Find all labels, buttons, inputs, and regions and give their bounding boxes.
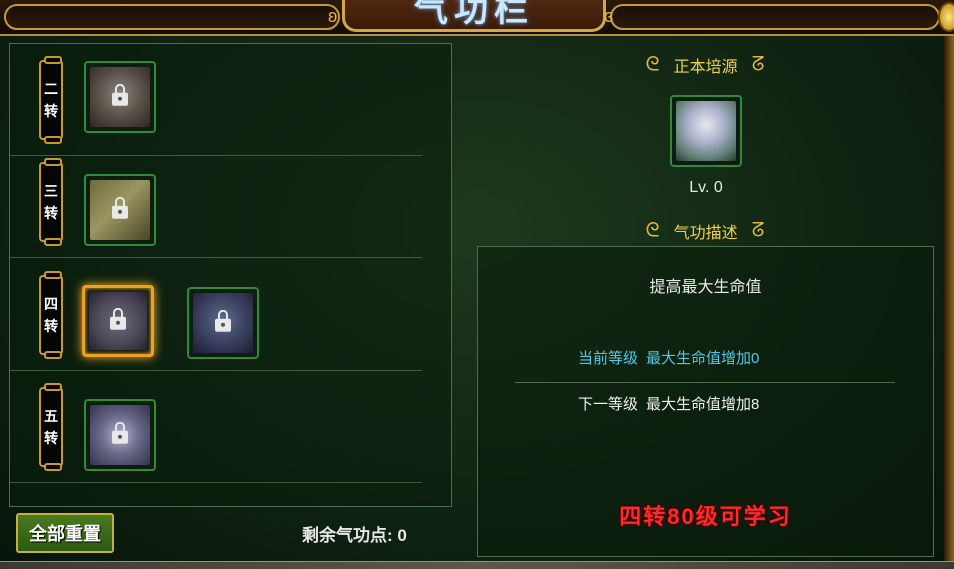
divider [515,382,895,383]
skill-slot[interactable] [84,61,156,133]
title-plate: 气功栏 [342,0,606,32]
next-level-label: 下一等级 [577,396,638,413]
tier-row-4: 四 转 [10,259,422,371]
next-level-stat: 下一等级 最大生命值增加8 [558,393,759,414]
skill-name-header: ᘓ 正本培源 ᘔ [615,53,795,77]
points-label: 剩余气功点 [302,526,387,545]
lock-icon [112,421,128,446]
tier-row-5: 五 转 [10,371,422,483]
reset-all-button[interactable]: 全部重置 [16,513,114,553]
portrait-icon [676,101,736,161]
ornament-right-icon: ᘔ [751,53,765,76]
skill-slot-selected[interactable] [82,285,154,357]
skill-slot[interactable] [84,399,156,471]
header-rail-right [610,4,940,30]
skill-icon [89,292,147,350]
points-value: 0 [397,526,407,545]
remaining-points: 剩余气功点: 0 [302,521,407,546]
desc-main: 提高最大生命值 [649,279,762,296]
tier-label-top: 三 [44,183,58,199]
tier-label: 四 转 [39,271,63,359]
frame-bottom-strip [0,561,954,569]
ornament-left-icon: ᘓ [645,219,660,242]
close-orb-icon[interactable] [938,2,954,32]
desc-title: 气功描述 [673,225,738,242]
current-level-value: 最大生命值增加0 [646,350,760,367]
description-box: 提高最大生命值 当前等级 最大生命值增加0 下一等级 最大生命值增加8 四转80级可… [477,246,934,557]
skill-icon [90,67,150,127]
ornament-curl-icon: ɞ [604,6,614,26]
current-level-stat: 当前等级 最大生命值增加0 [558,347,759,368]
skill-icon [193,293,253,353]
skill-level: Lv. 0 [689,179,723,196]
desc-header: ᘓ 气功描述 ᘔ [615,219,795,243]
frame-right-edge [944,36,954,561]
lock-icon [215,309,231,334]
tier-label-top: 四 [44,296,58,312]
tier-label-bottom: 转 [44,318,58,334]
skill-portrait [670,95,742,167]
tier-row-3: 三 转 [10,146,422,258]
points-separator: : [387,526,393,545]
skill-slot[interactable] [84,174,156,246]
lock-icon [112,196,128,221]
tier-label-bottom: 转 [44,430,58,446]
tier-label-bottom: 转 [44,103,58,119]
skill-slot[interactable] [187,287,259,359]
skill-tree-panel: 二 转 三 转 四 转 五 转 [9,43,452,507]
tier-row-2: 二 转 [10,44,422,156]
ornament-right-icon: ᘔ [751,219,765,242]
lock-icon [110,307,126,332]
next-level-value: 最大生命值增加8 [646,396,760,413]
tier-label-top: 五 [44,408,58,424]
window-header: 气功栏 ʚ ɞ [0,0,954,36]
lock-icon [112,83,128,108]
tier-label-top: 二 [44,81,58,97]
header-rail-left [4,4,340,30]
current-level-label: 当前等级 [577,350,638,367]
tier-label-bottom: 转 [44,205,58,221]
skill-name: 正本培源 [673,59,738,76]
skill-icon [90,180,150,240]
tier-label: 五 转 [39,383,63,471]
unlock-requirement: 四转80级可学习 [619,504,792,529]
window-title: 气功栏 [414,0,534,29]
ornament-left-icon: ᘓ [645,53,660,76]
skill-icon [90,405,150,465]
ornament-curl-icon: ʚ [328,6,338,26]
tier-label: 三 转 [39,158,63,246]
tier-label: 二 转 [39,56,63,144]
